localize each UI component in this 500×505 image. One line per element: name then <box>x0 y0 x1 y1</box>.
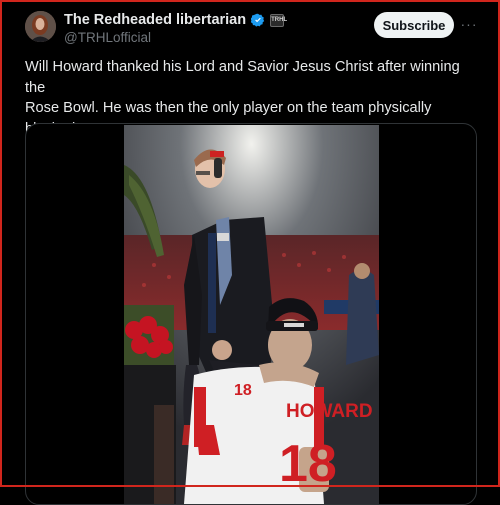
media-container[interactable]: 18 HOWARD 18 <box>25 123 477 505</box>
avatar[interactable] <box>25 11 56 42</box>
subscribe-button[interactable]: Subscribe <box>374 12 454 38</box>
author-handle[interactable]: @TRHLofficial <box>64 30 151 45</box>
author-name-row: The Redheaded libertarian TRHL <box>64 12 287 28</box>
affiliate-badge-icon[interactable]: TRHL <box>270 13 287 27</box>
more-options-icon[interactable]: ··· <box>460 14 478 34</box>
video-frame-image: 18 HOWARD 18 <box>124 125 379 504</box>
jersey-name: HOWARD <box>286 401 373 422</box>
jersey-number-shoulder: 18 <box>234 382 252 399</box>
author-display-name[interactable]: The Redheaded libertarian <box>64 12 246 28</box>
jersey-number: 18 <box>279 435 337 493</box>
avatar-image <box>25 11 56 42</box>
verified-badge-icon[interactable] <box>251 13 265 27</box>
video-thumbnail[interactable]: 18 HOWARD 18 <box>124 125 379 504</box>
